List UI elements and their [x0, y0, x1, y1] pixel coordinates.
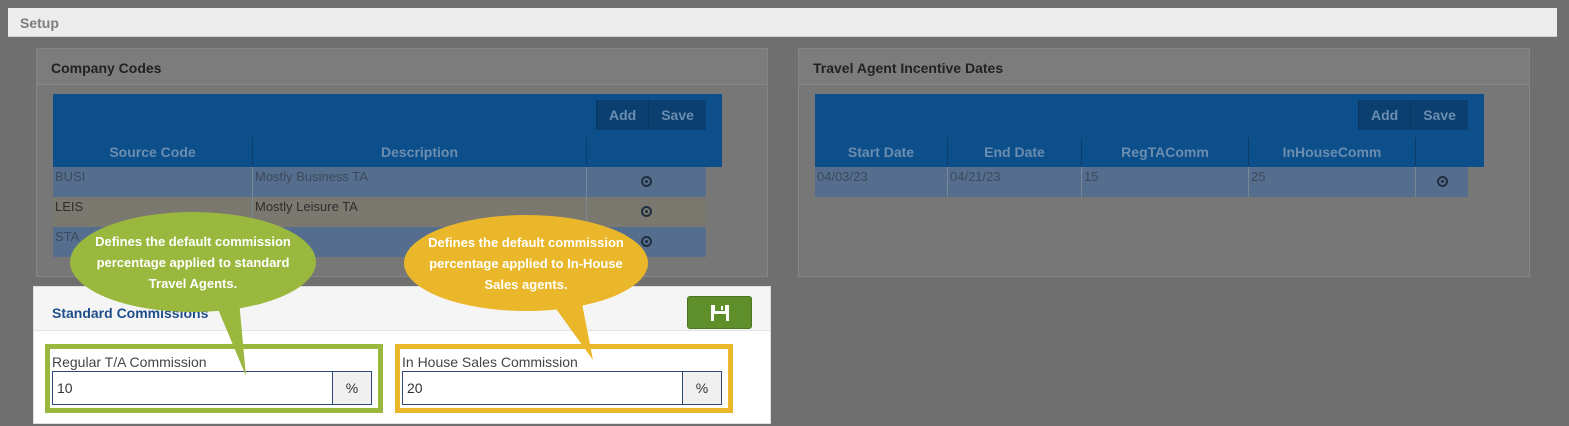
cell-source-code: BUSI [53, 167, 253, 197]
green-callout: Defines the default commission percentag… [70, 212, 316, 312]
column-actions [587, 138, 722, 167]
column-inhouse-comm[interactable]: InHouseComm [1249, 138, 1416, 167]
table-row[interactable]: BUSI Mostly Business TA [53, 167, 706, 197]
cell-description: Mostly Business TA [253, 167, 587, 197]
yellow-callout: Defines the default commission percentag… [404, 215, 648, 311]
column-actions [1416, 138, 1484, 167]
yellow-callout-text: Defines the default commission percentag… [428, 234, 624, 292]
delete-cell [587, 167, 706, 197]
column-start-date[interactable]: Start Date [815, 138, 948, 167]
company-codes-title: Company Codes [51, 60, 162, 76]
save-incentive-dates-button[interactable]: Save [1410, 100, 1468, 130]
company-codes-header: Company Codes [37, 49, 767, 85]
column-reg-ta-comm[interactable]: RegTAComm [1082, 138, 1249, 167]
column-description[interactable]: Description [253, 138, 587, 167]
column-end-date[interactable]: End Date [948, 138, 1082, 167]
incentive-dates-toolbar: Add Save [815, 94, 1484, 138]
floppy-disk-icon [711, 305, 729, 321]
percent-addon: % [332, 371, 372, 405]
delete-cell [1416, 167, 1468, 197]
delete-row-icon[interactable] [1436, 176, 1448, 187]
save-commissions-button[interactable] [687, 296, 752, 329]
cell-end-date: 04/21/23 [948, 167, 1082, 197]
page-title: Setup [20, 15, 59, 31]
delete-row-icon[interactable] [641, 206, 652, 217]
cell-reg-ta-comm: 15 [1082, 167, 1249, 197]
table-row[interactable]: 04/03/23 04/21/23 15 25 [815, 167, 1468, 197]
inhouse-commission-input[interactable]: 20 [402, 371, 683, 405]
company-codes-toolbar: Add Save [53, 94, 722, 138]
delete-row-icon[interactable] [641, 176, 652, 187]
cell-inhouse-comm: 25 [1249, 167, 1416, 197]
green-callout-text: Defines the default commission percentag… [95, 233, 291, 291]
add-company-code-button[interactable]: Add [596, 100, 649, 130]
regular-commission-label: Regular T/A Commission [52, 354, 207, 370]
percent-addon: % [682, 371, 722, 405]
company-codes-column-headers: Source Code Description [53, 138, 722, 167]
delete-row-icon[interactable] [641, 236, 652, 247]
regular-commission-input[interactable]: 10 [52, 371, 333, 405]
column-source-code[interactable]: Source Code [53, 138, 253, 167]
delete-cell [587, 197, 706, 227]
incentive-dates-title: Travel Agent Incentive Dates [813, 60, 1004, 76]
setup-header: Setup [8, 8, 1557, 37]
incentive-dates-column-headers: Start Date End Date RegTAComm InHouseCom… [815, 138, 1484, 167]
cell-start-date: 04/03/23 [815, 167, 948, 197]
incentive-dates-header: Travel Agent Incentive Dates [799, 49, 1529, 85]
save-company-codes-button[interactable]: Save [648, 100, 706, 130]
incentive-dates-panel: Travel Agent Incentive Dates Add Save St… [798, 48, 1530, 277]
add-incentive-date-button[interactable]: Add [1358, 100, 1411, 130]
